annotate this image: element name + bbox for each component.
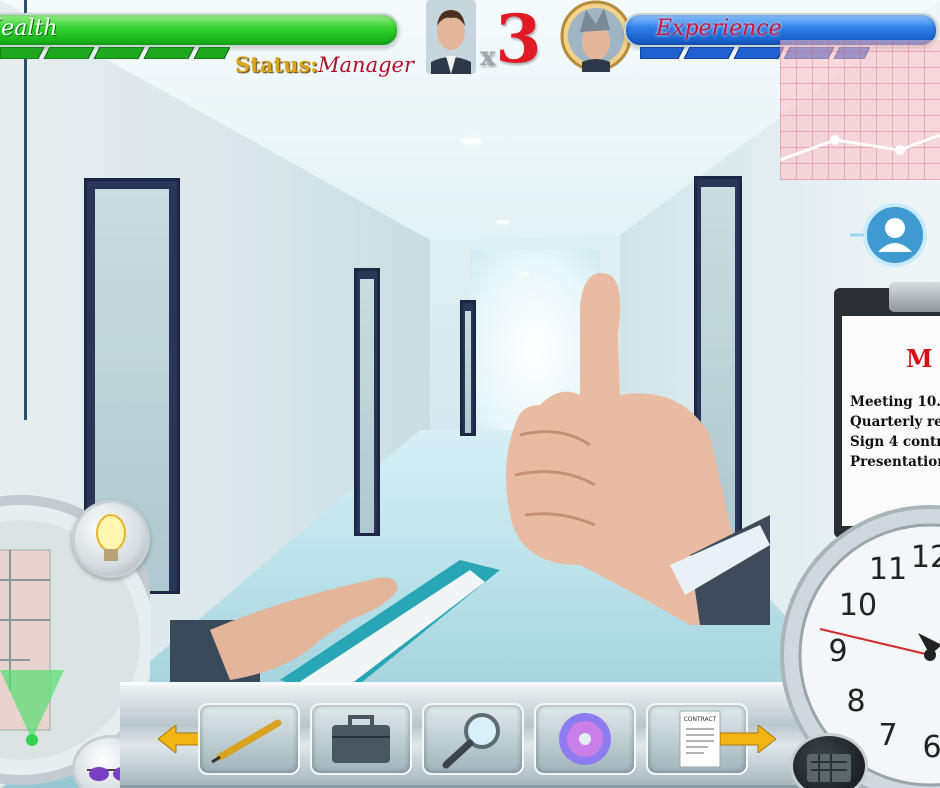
lives-prefix: x [480, 42, 496, 72]
ceiling-light [496, 220, 510, 224]
hint-button[interactable] [72, 500, 150, 578]
status-label: Status: [235, 52, 319, 77]
health-label: Health [0, 16, 58, 41]
clock-number: 7 [878, 718, 897, 753]
clock-number: 12 [911, 540, 940, 575]
clock-number: 9 [828, 634, 847, 669]
task-item: Sign 4 contra [850, 434, 940, 450]
clock-number: 10 [839, 588, 877, 623]
growth-line [779, 133, 940, 162]
user-profile-icon[interactable] [850, 190, 940, 280]
scroll-right-arrow-icon[interactable] [720, 725, 776, 753]
door-left-far[interactable] [354, 268, 380, 536]
lives-count: 3 [495, 0, 542, 78]
ceiling-light [460, 138, 482, 144]
pen-icon [211, 719, 282, 764]
experience-label: Experience [656, 16, 782, 41]
task-item: Meeting 10. [850, 394, 940, 410]
status-value: Manager [318, 53, 414, 77]
briefcase-icon [332, 715, 390, 763]
disc-icon [559, 713, 611, 765]
lives-counter: x3 [480, 4, 541, 74]
health-bar: Health [0, 13, 399, 47]
window-frame [0, 0, 27, 420]
keyboard-icon [807, 754, 851, 782]
clip-icon [889, 282, 940, 312]
inventory-bar: CONTRACT [120, 682, 820, 788]
task-item: Presentation [850, 454, 940, 470]
clock-number: 6 [922, 730, 940, 765]
inventory-slot[interactable] [422, 703, 524, 775]
task-clipboard[interactable]: M Meeting 10. Quarterly re Sign 4 contra… [834, 282, 940, 538]
clock-number: 8 [846, 684, 865, 719]
status-indicator: Status:Manager [235, 52, 414, 77]
inventory-slot[interactable] [310, 703, 412, 775]
door-left-distant [460, 300, 476, 436]
hand-holding-folders [170, 560, 500, 700]
lightbulb-icon [96, 514, 126, 561]
clock-number: 11 [869, 552, 907, 587]
contract-label: CONTRACT [684, 716, 717, 723]
health-segments [0, 47, 230, 59]
growth-chart-overlay [779, 40, 940, 180]
player-portrait [426, 0, 476, 74]
task-title: M [906, 344, 933, 373]
thumbs-up-hand [506, 273, 770, 625]
inventory-slot[interactable] [534, 703, 636, 775]
task-item: Quarterly re [850, 414, 940, 430]
inventory-slot[interactable] [198, 703, 300, 775]
keyboard-button[interactable] [790, 733, 868, 788]
game-scene: Health Status:Manager x3 Experience [0, 0, 940, 788]
magnifier-icon [442, 713, 500, 769]
